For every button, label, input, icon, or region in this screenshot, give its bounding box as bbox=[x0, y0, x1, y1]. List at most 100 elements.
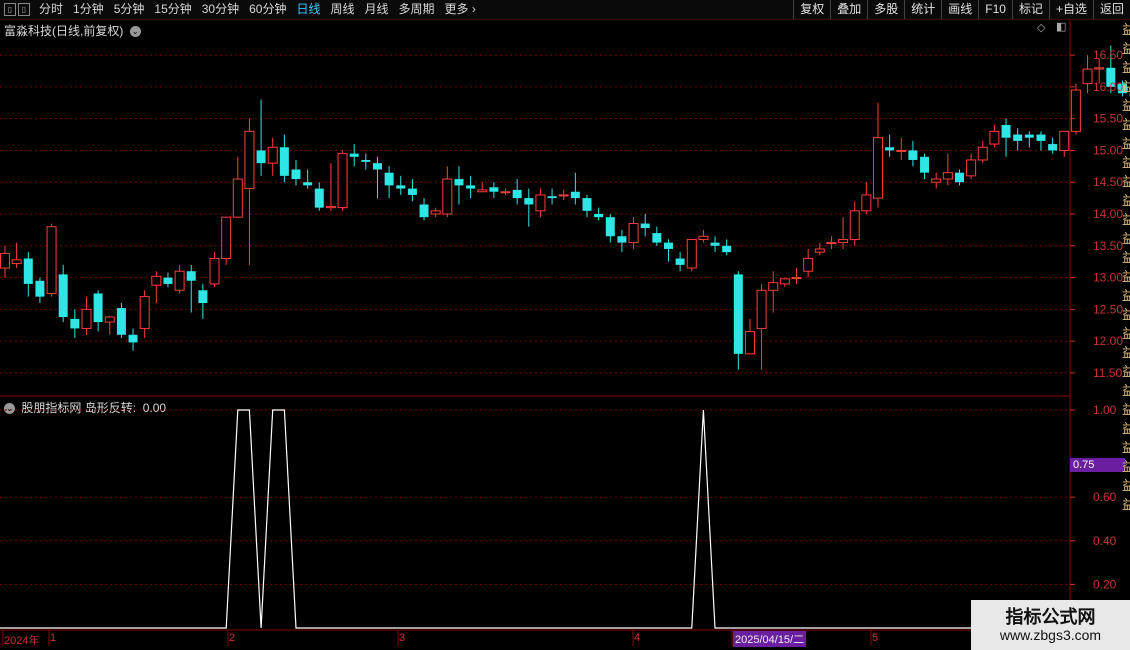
candle bbox=[558, 189, 569, 201]
candle bbox=[722, 239, 732, 256]
price-tick-label: 12.50 bbox=[1093, 302, 1123, 316]
candle-body bbox=[81, 308, 92, 329]
candle bbox=[710, 236, 720, 253]
candle-body bbox=[849, 210, 860, 240]
candle bbox=[0, 245, 10, 278]
candle bbox=[1070, 83, 1081, 135]
candle bbox=[896, 137, 907, 160]
candle-body bbox=[628, 223, 639, 244]
candle bbox=[1059, 130, 1070, 157]
candle-body bbox=[1024, 134, 1034, 138]
candle-body bbox=[337, 153, 348, 209]
candle-body bbox=[686, 238, 697, 269]
candle-body bbox=[104, 316, 115, 323]
candle-body bbox=[605, 217, 615, 237]
candle bbox=[686, 238, 697, 272]
candle-body bbox=[174, 270, 185, 291]
candle bbox=[954, 169, 964, 186]
candle bbox=[594, 207, 604, 221]
candle-body bbox=[756, 289, 767, 329]
candle-body bbox=[70, 318, 80, 329]
candle bbox=[524, 188, 534, 227]
candle bbox=[605, 214, 615, 243]
candle bbox=[791, 268, 802, 284]
candle-body bbox=[256, 150, 266, 164]
candle-body bbox=[11, 259, 22, 265]
candle-body bbox=[547, 196, 557, 199]
candle-body bbox=[244, 130, 255, 190]
price-tick-label: 14.50 bbox=[1093, 175, 1123, 189]
candle bbox=[547, 188, 557, 205]
candle bbox=[430, 207, 441, 218]
candle bbox=[1036, 131, 1046, 151]
candle-body bbox=[232, 178, 243, 218]
watermark-title: 指标公式网 bbox=[1005, 607, 1096, 627]
price-tick-label: 14.00 bbox=[1093, 207, 1123, 221]
candle-body bbox=[430, 210, 441, 215]
price-tick-label: 16.00 bbox=[1093, 80, 1123, 94]
candle bbox=[442, 166, 453, 218]
candle bbox=[477, 182, 488, 193]
candle-body bbox=[617, 236, 627, 243]
candle bbox=[814, 242, 825, 256]
candle bbox=[931, 172, 942, 189]
candle-body bbox=[1059, 130, 1070, 151]
price-chart[interactable]: 16.50 16.00 15.50 15.00 14.50 14.00 13.50 13.00… bbox=[0, 0, 1130, 650]
candle bbox=[314, 182, 324, 211]
candle-body bbox=[442, 178, 453, 215]
candle-body bbox=[1082, 68, 1093, 85]
candle-body bbox=[384, 172, 394, 186]
candle bbox=[221, 216, 232, 265]
candle-body bbox=[361, 159, 371, 162]
candle bbox=[826, 236, 837, 249]
candle bbox=[186, 264, 196, 313]
candle bbox=[11, 242, 22, 269]
watermark-url: www.zbgs3.com bbox=[999, 627, 1102, 643]
candle bbox=[419, 198, 429, 221]
candle bbox=[163, 272, 173, 288]
indicator-series bbox=[0, 409, 1130, 629]
candle-body bbox=[722, 245, 732, 253]
candle bbox=[1001, 118, 1011, 157]
candle-body bbox=[535, 194, 546, 212]
candle-body bbox=[0, 252, 10, 269]
candle bbox=[966, 153, 977, 180]
candle bbox=[303, 169, 313, 189]
candle-body bbox=[512, 189, 522, 199]
candle-body bbox=[58, 274, 68, 317]
date-label: 3 bbox=[399, 632, 406, 644]
candle bbox=[1082, 55, 1093, 94]
candle bbox=[174, 264, 185, 294]
price-tick-label: 16.50 bbox=[1093, 48, 1123, 62]
candle bbox=[733, 271, 743, 370]
candle-body bbox=[663, 242, 673, 249]
candle-body bbox=[652, 233, 662, 243]
candle bbox=[977, 140, 988, 164]
candle bbox=[151, 271, 162, 303]
right-side-panel[interactable]: 益益益益益益益益益益益益益益益益益益益益益益益益益益 bbox=[1122, 20, 1130, 630]
price-tick-label: 12.00 bbox=[1093, 334, 1123, 348]
candle-body bbox=[1094, 67, 1105, 70]
candle bbox=[198, 283, 208, 319]
candle-body bbox=[873, 137, 883, 199]
price-tick-label: 11.50 bbox=[1093, 366, 1122, 380]
candle-body bbox=[279, 147, 289, 176]
candle-body bbox=[93, 293, 103, 323]
date-label: 2 bbox=[229, 632, 236, 644]
indicator-tick-label: 0.60 bbox=[1093, 490, 1117, 504]
candle-body bbox=[466, 185, 476, 189]
candle-body bbox=[768, 282, 779, 291]
candlestick-series bbox=[0, 45, 1130, 370]
candle bbox=[279, 134, 289, 183]
candle-body bbox=[861, 194, 872, 212]
candle bbox=[58, 264, 68, 323]
candle bbox=[756, 283, 767, 370]
candle-body bbox=[791, 277, 802, 280]
candle bbox=[1024, 131, 1034, 148]
candle-body bbox=[744, 331, 755, 355]
candle-body bbox=[570, 191, 580, 199]
date-label: 2025/04/15/二 bbox=[733, 631, 807, 647]
candle bbox=[489, 182, 499, 199]
date-label: 2024年 bbox=[4, 635, 40, 647]
candle-body bbox=[46, 226, 57, 294]
